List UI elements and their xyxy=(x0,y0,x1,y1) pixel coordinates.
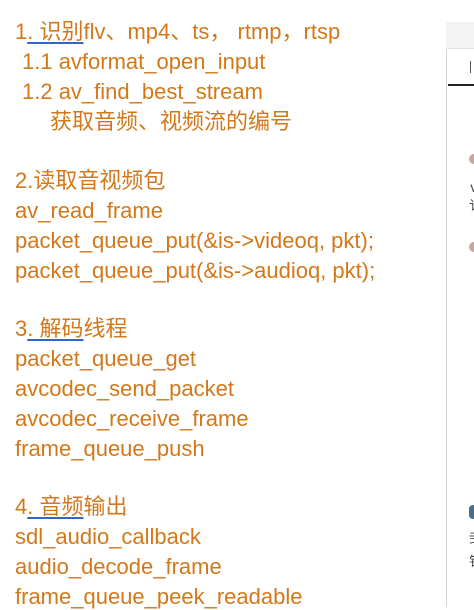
section-4-line-1: sdl_audio_callback xyxy=(15,524,201,549)
section-3-heading: 3. 解码线程 xyxy=(15,316,128,342)
section-1-underlined-text: . 识别 xyxy=(27,19,84,44)
section-2-line-2: packet_queue_put(&is->videoq, pkt); xyxy=(15,228,374,253)
document-page: 1. 识别flv、mp4、ts， rtmp，rtsp 1.1 avformat_… xyxy=(0,0,446,609)
side-panel xyxy=(446,22,474,607)
section-1-heading: 1. 识别flv、mp4、ts， rtmp，rtsp xyxy=(15,19,340,45)
section-4-line-3: frame_queue_peek_readable xyxy=(15,584,303,609)
section-1-2-line: 1.2 av_find_best_stream xyxy=(22,79,263,104)
section-3-line-3: avcodec_receive_frame xyxy=(15,406,249,431)
side-panel-text-3: 弐 xyxy=(469,533,474,547)
section-1-2-description: 获取音频、视频流的编号 xyxy=(50,109,293,134)
side-panel-scroll-indicator[interactable] xyxy=(469,505,474,519)
side-panel-header xyxy=(446,22,474,49)
section-2-line-3: packet_queue_put(&is->audioq, pkt); xyxy=(15,258,376,283)
section-1-number: 1 xyxy=(15,19,28,44)
section-3-line-4: frame_queue_push xyxy=(15,436,205,461)
side-panel-tab-marker[interactable] xyxy=(470,61,471,73)
avatar[interactable] xyxy=(469,154,474,164)
side-panel-divider xyxy=(448,84,474,86)
section-3-number: 3 xyxy=(15,316,28,341)
side-panel-text-1: v xyxy=(470,181,474,196)
section-4-underlined-text: . 音频 xyxy=(27,494,84,519)
section-2-line-1: av_read_frame xyxy=(15,198,163,223)
section-4-heading: 4. 音频输出 xyxy=(15,494,128,520)
section-1-rest-text: flv、mp4、ts， rtmp，rtsp xyxy=(83,19,341,44)
side-panel-text-2: 讠 xyxy=(469,200,474,214)
section-3-line-2: avcodec_send_packet xyxy=(15,376,234,401)
avatar[interactable] xyxy=(469,242,474,252)
section-4-number: 4 xyxy=(15,494,28,519)
side-panel-text-4: 钅 xyxy=(469,556,474,570)
section-4-line-2: audio_decode_frame xyxy=(15,554,222,579)
section-3-underlined-text: . 解码 xyxy=(27,316,84,341)
section-4-rest-text: 输出 xyxy=(83,494,128,519)
section-3-rest-text: 线程 xyxy=(83,316,128,341)
section-2-heading: 2.读取音视频包 xyxy=(15,168,166,193)
section-1-1-line: 1.1 avformat_open_input xyxy=(22,49,266,74)
section-3-line-1: packet_queue_get xyxy=(15,346,197,371)
